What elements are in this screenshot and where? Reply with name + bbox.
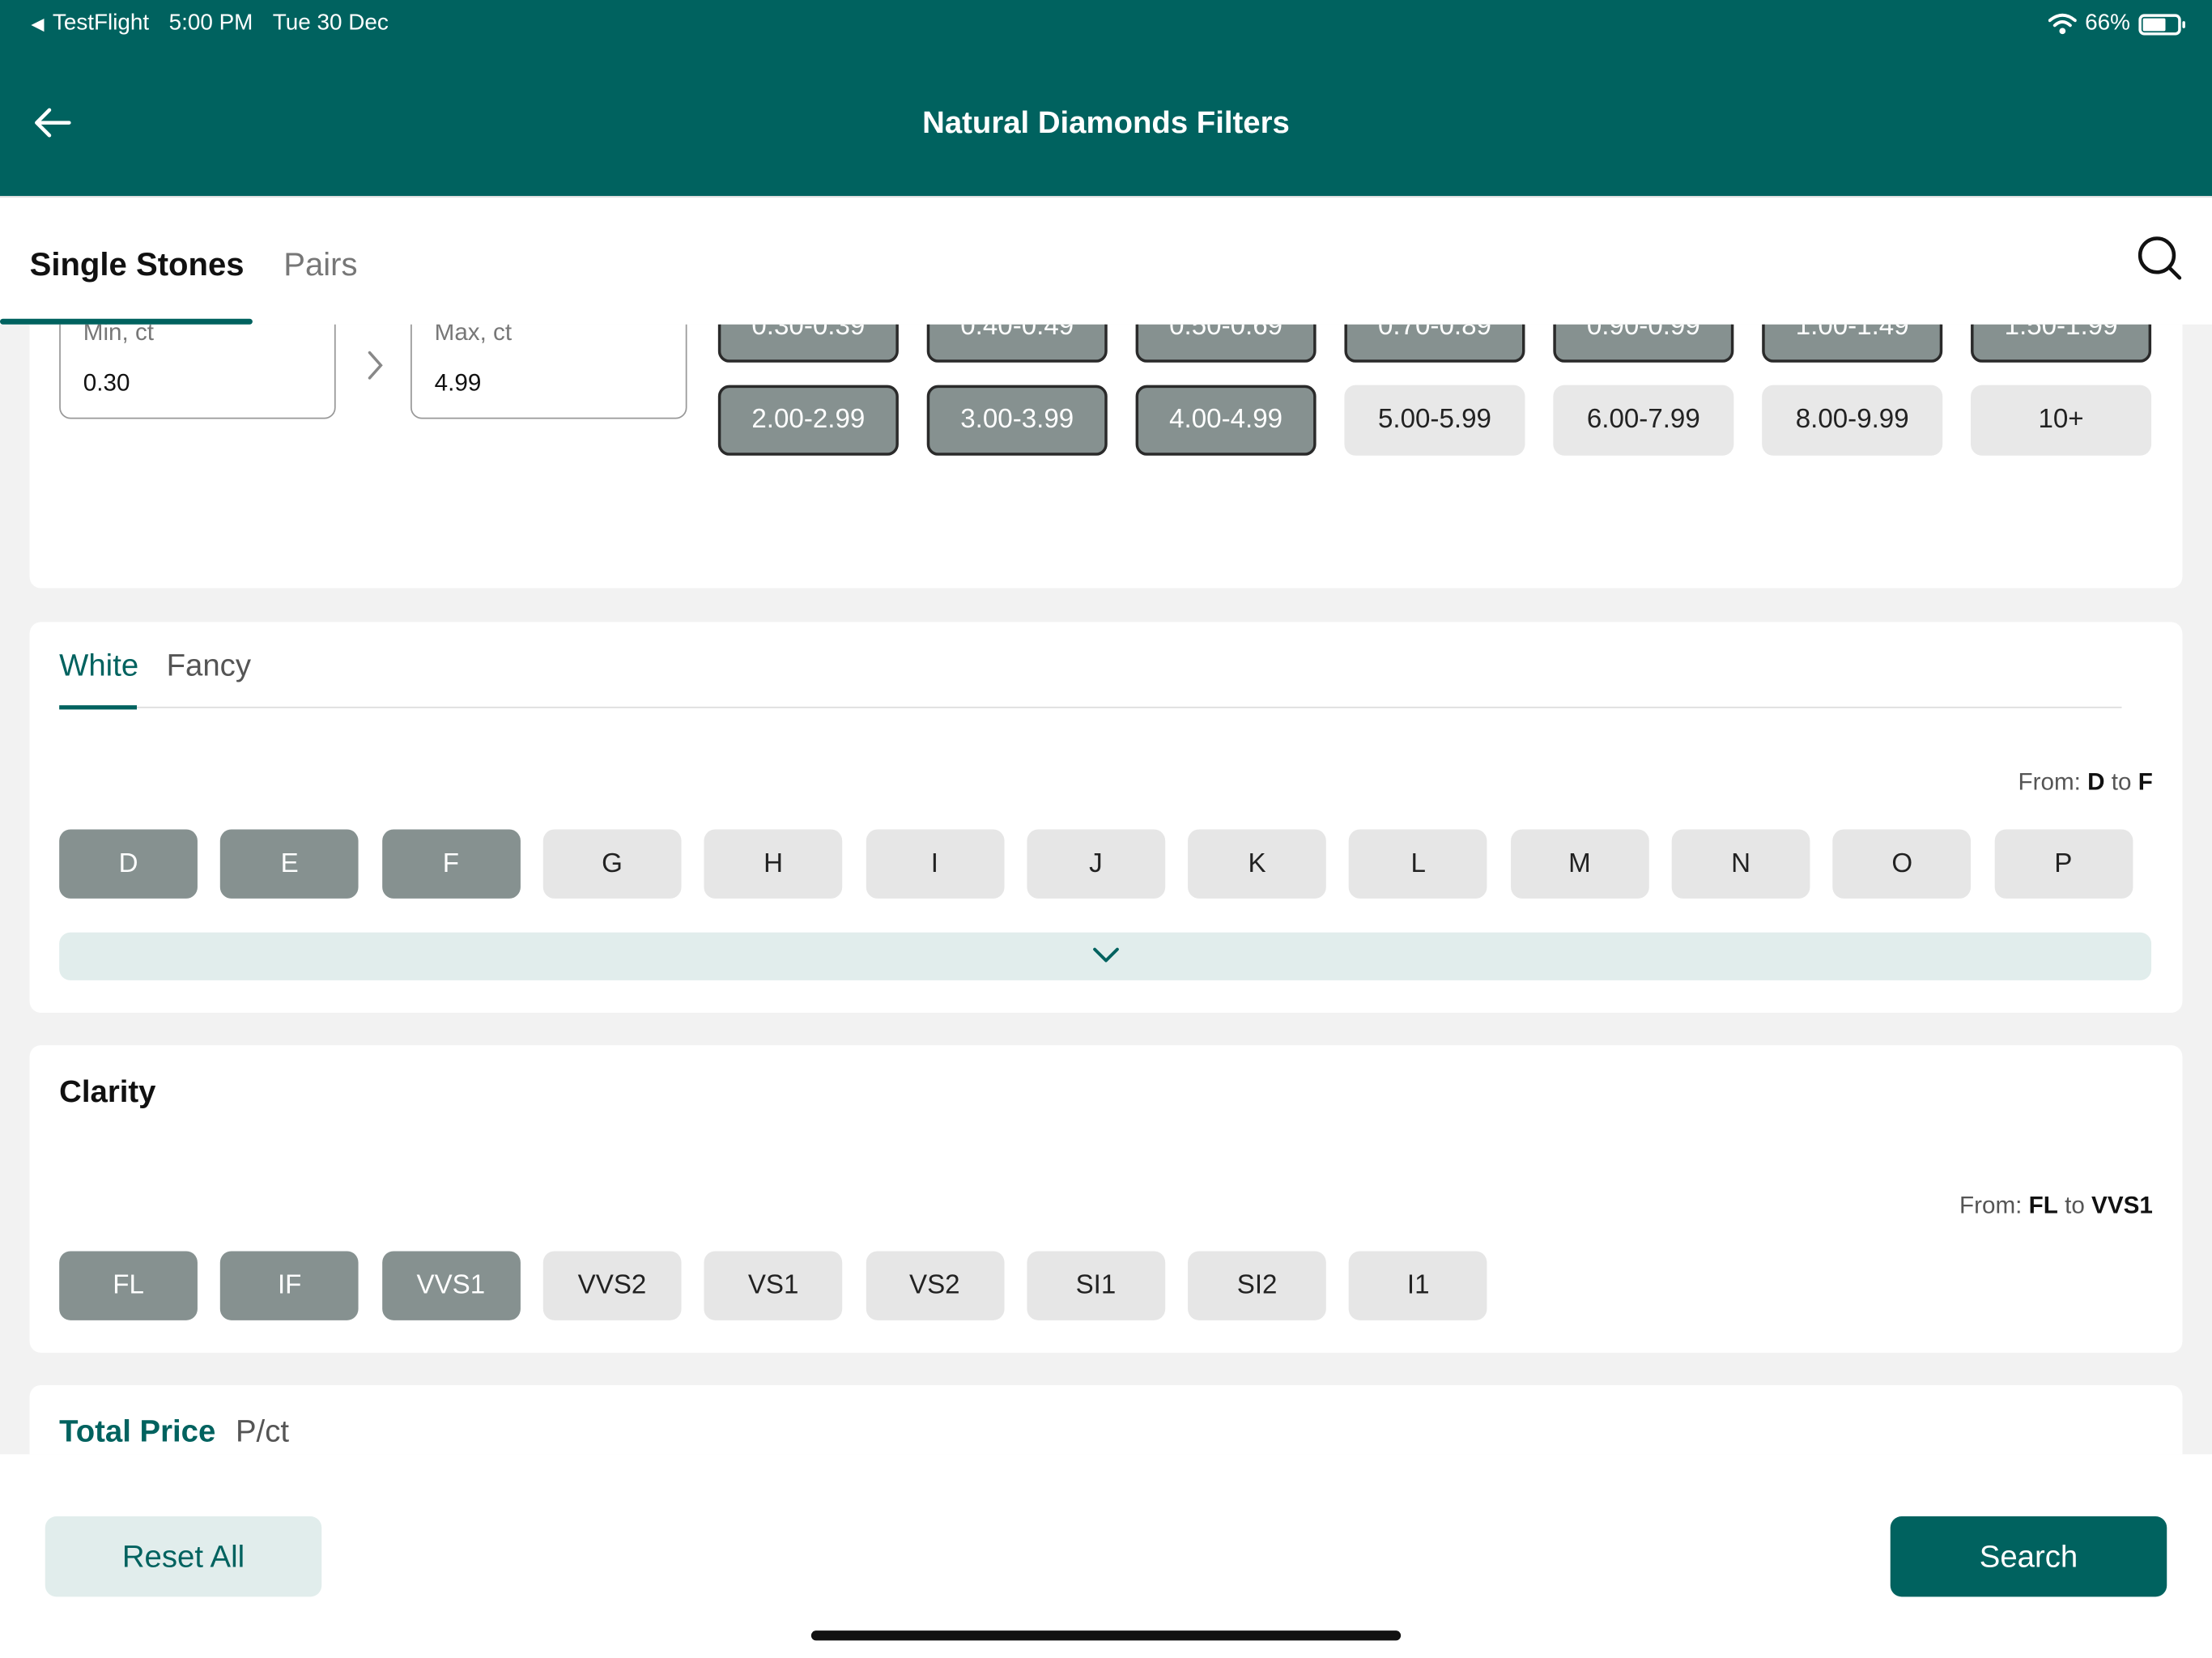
clarity-grade-chip[interactable]: FL xyxy=(59,1251,198,1320)
clarity-range-text: From: FL to VVS1 xyxy=(1959,1192,2153,1219)
color-grade-chip[interactable]: I xyxy=(865,829,1004,899)
clarity-grade-chip[interactable]: VS2 xyxy=(865,1251,1004,1320)
status-time: 5:00 PM xyxy=(168,11,253,36)
carat-range-chip[interactable]: 3.00-3.99 xyxy=(926,385,1108,456)
active-tab-indicator xyxy=(0,318,253,325)
color-grade-chip[interactable]: F xyxy=(381,829,521,899)
subtab-indicator xyxy=(59,705,138,710)
color-range-text: From: D to F xyxy=(2018,768,2153,796)
color-grade-chip[interactable]: N xyxy=(1671,829,1810,899)
tab-fancy[interactable]: Fancy xyxy=(167,648,251,684)
price-card: Total Price P/ct xyxy=(29,1384,2183,1455)
color-grade-chip[interactable]: O xyxy=(1832,829,1972,899)
tab-white[interactable]: White xyxy=(59,648,138,684)
clarity-grade-chip[interactable]: I1 xyxy=(1349,1251,1488,1320)
min-carat-label: Min, ct xyxy=(83,324,155,346)
min-carat-value: 0.30 xyxy=(83,369,130,397)
clarity-title: Clarity xyxy=(59,1073,156,1109)
color-grade-chip[interactable]: K xyxy=(1188,829,1326,899)
carat-range-chip[interactable]: 6.00-7.99 xyxy=(1553,385,1734,456)
max-carat-field[interactable]: Max, ct 4.99 xyxy=(410,324,687,419)
tab-price-per-carat[interactable]: P/ct xyxy=(236,1414,289,1450)
wifi-icon xyxy=(2048,13,2077,35)
color-grade-chip[interactable]: L xyxy=(1349,829,1488,899)
clarity-grade-chip[interactable]: IF xyxy=(220,1251,359,1320)
battery-percent: 66% xyxy=(2085,11,2130,36)
tab-pairs[interactable]: Pairs xyxy=(283,245,357,283)
color-grade-chip[interactable]: M xyxy=(1510,829,1649,899)
clarity-grade-chip[interactable]: SI2 xyxy=(1188,1251,1326,1320)
status-date: Tue 30 Dec xyxy=(272,11,389,36)
clarity-card: Clarity From: FL to VVS1 FL IF VVS1 VVS2 VS1… xyxy=(29,1045,2183,1353)
carat-range-chip[interactable]: 2.00-2.99 xyxy=(717,385,899,456)
clarity-grade-chip[interactable]: VVS2 xyxy=(542,1251,682,1320)
clarity-grade-chip[interactable]: VVS1 xyxy=(381,1251,521,1320)
carat-range-chip[interactable]: 10+ xyxy=(1971,385,2152,456)
expand-colors-button[interactable] xyxy=(59,932,2152,980)
color-grade-chip[interactable]: E xyxy=(220,829,359,899)
status-app[interactable]: TestFlight xyxy=(53,11,149,36)
chevron-down-icon xyxy=(1093,947,1119,963)
status-bar: ◀ TestFlight 5:00 PM Tue 30 Dec 66% xyxy=(31,10,2185,38)
carat-range-chip[interactable]: 0.90-0.99 xyxy=(1553,324,1734,363)
clarity-grade-chip[interactable]: SI1 xyxy=(1027,1251,1165,1320)
color-grade-chip[interactable]: J xyxy=(1027,829,1165,899)
search-icon[interactable] xyxy=(2136,234,2184,282)
clarity-grade-chip[interactable]: VS1 xyxy=(704,1251,843,1320)
color-grade-chip[interactable]: H xyxy=(704,829,843,899)
carat-range-chip[interactable]: 4.00-4.99 xyxy=(1135,385,1317,456)
carat-card: Min, ct 0.30 Max, ct 4.99 0.30-0.39 0.40-… xyxy=(29,324,2183,589)
max-carat-label: Max, ct xyxy=(434,324,513,346)
carat-range-chip[interactable]: 0.50-0.69 xyxy=(1135,324,1317,363)
carat-range-chip[interactable]: 1.50-1.99 xyxy=(1971,324,2152,363)
back-to-app-icon[interactable]: ◀ xyxy=(31,14,44,33)
home-indicator[interactable] xyxy=(810,1630,1402,1641)
tab-single-stones[interactable]: Single Stones xyxy=(30,245,245,283)
min-carat-field[interactable]: Min, ct 0.30 xyxy=(59,324,336,419)
filters-scroll-area[interactable]: Min, ct 0.30 Max, ct 4.99 0.30-0.39 0.40-… xyxy=(0,324,2212,1455)
subtab-divider xyxy=(59,706,2122,708)
footer-bar: Reset All Search xyxy=(0,1454,2212,1658)
color-grade-chip[interactable]: P xyxy=(1993,829,2133,899)
color-card: White Fancy From: D to F DEFGHIJKLMNOP xyxy=(29,622,2183,1014)
carat-range-chip[interactable]: 5.00-5.99 xyxy=(1344,385,1525,456)
tab-total-price[interactable]: Total Price xyxy=(59,1414,215,1450)
search-button[interactable]: Search xyxy=(1890,1516,2167,1597)
carat-range-chip[interactable]: 1.00-1.49 xyxy=(1762,324,1943,363)
carat-range-chip[interactable]: 8.00-9.99 xyxy=(1762,385,1943,456)
carat-range-chip[interactable]: 0.70-0.89 xyxy=(1344,324,1525,363)
battery-icon xyxy=(2138,13,2185,35)
carat-range-chip[interactable]: 0.40-0.49 xyxy=(926,324,1108,363)
max-carat-value: 4.99 xyxy=(434,369,482,397)
chevron-right-icon xyxy=(368,351,383,380)
stone-type-tabs: Single Stones Pairs xyxy=(0,196,2212,325)
reset-all-button[interactable]: Reset All xyxy=(45,1516,322,1597)
color-grade-chip[interactable]: D xyxy=(59,829,198,899)
carat-range-chip[interactable]: 0.30-0.39 xyxy=(717,324,899,363)
page-title: Natural Diamonds Filters xyxy=(922,104,1290,140)
app-header: ◀ TestFlight 5:00 PM Tue 30 Dec 66% Natu… xyxy=(0,0,2212,197)
color-grade-chip[interactable]: G xyxy=(542,829,682,899)
